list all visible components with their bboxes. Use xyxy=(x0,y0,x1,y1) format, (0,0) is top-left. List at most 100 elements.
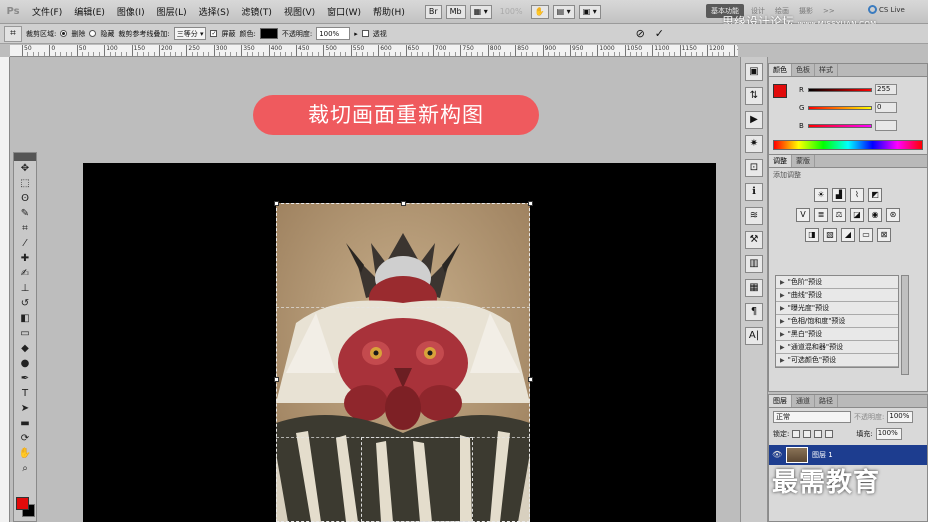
history-icon[interactable]: ⇅ xyxy=(745,87,763,105)
arrange-documents-button[interactable]: ▤ ▾ xyxy=(552,4,575,19)
panel-foreground-swatch[interactable] xyxy=(773,84,787,98)
slider-blue[interactable]: B xyxy=(799,120,897,131)
preset-curves[interactable]: ▶ "曲线"预设 xyxy=(776,289,898,302)
green-value-field[interactable]: 0 xyxy=(875,102,897,113)
brush-tool-icon[interactable]: ✍ xyxy=(14,266,36,281)
info-icon[interactable]: ℹ xyxy=(745,183,763,201)
blue-value-field[interactable] xyxy=(875,120,897,131)
crop-tool-icon[interactable]: ⌗ xyxy=(14,221,36,236)
menu-help[interactable]: 帮助(H) xyxy=(367,5,411,18)
gradient-map-icon[interactable]: ▭ xyxy=(859,228,873,242)
crop-handle-left[interactable] xyxy=(274,377,279,382)
posterize-icon[interactable]: ▧ xyxy=(823,228,837,242)
blur-tool-icon[interactable]: ◆ xyxy=(14,341,36,356)
shield-color-swatch[interactable] xyxy=(259,28,278,39)
tab-paths[interactable]: 路径 xyxy=(815,395,838,407)
hide-radio[interactable] xyxy=(89,30,97,37)
hand-tool-icon[interactable]: ✋ xyxy=(14,446,36,461)
perspective-checkbox[interactable] xyxy=(361,30,369,37)
vibrance-icon[interactable]: V xyxy=(796,208,810,222)
menu-view[interactable]: 视图(V) xyxy=(278,5,321,18)
path-selection-tool-icon[interactable]: ➤ xyxy=(14,401,36,416)
menu-layer[interactable]: 图层(L) xyxy=(151,5,193,18)
foreground-color-swatch[interactable] xyxy=(16,497,29,510)
tab-adjustments[interactable]: 调整 xyxy=(769,155,792,167)
zoom-tool-icon[interactable]: ⌕ xyxy=(14,461,36,476)
bridge-button[interactable]: Br xyxy=(424,4,442,19)
ruler-vertical[interactable] xyxy=(0,57,10,522)
clone-stamp-tool-icon[interactable]: ⊥ xyxy=(14,281,36,296)
tab-masks[interactable]: 蒙版 xyxy=(792,155,815,167)
lock-position-icon[interactable] xyxy=(814,430,823,438)
opacity-arrow-icon[interactable]: ▸ xyxy=(354,30,358,38)
channel-mixer-icon[interactable]: ⊛ xyxy=(886,208,900,222)
tab-color[interactable]: 颜色 xyxy=(769,64,792,76)
lock-pixels-icon[interactable] xyxy=(803,430,812,438)
photo-filter-icon[interactable]: ◉ xyxy=(868,208,882,222)
green-slider-track[interactable] xyxy=(808,105,872,110)
slider-red[interactable]: R 255 xyxy=(799,84,897,95)
blue-slider-track[interactable] xyxy=(808,123,872,128)
crop-tool-preset-icon[interactable]: ⌗ xyxy=(4,25,22,42)
preset-hue-saturation[interactable]: ▶ "色相/饱和度"预设 xyxy=(776,315,898,328)
screen-mode-button[interactable]: ▣ ▾ xyxy=(578,4,601,19)
toolbox-header[interactable] xyxy=(14,153,36,161)
minibridge-button[interactable]: Mb xyxy=(445,4,466,19)
lock-all-icon[interactable] xyxy=(825,430,834,438)
selective-color-icon[interactable]: ⊠ xyxy=(877,228,891,242)
tab-swatches[interactable]: 色板 xyxy=(792,64,815,76)
hand-tool-icon[interactable]: ✋ xyxy=(530,4,549,19)
gradient-tool-icon[interactable]: ▭ xyxy=(14,326,36,341)
menu-image[interactable]: 图像(I) xyxy=(111,5,151,18)
menu-window[interactable]: 窗口(W) xyxy=(321,5,367,18)
eyedropper-tool-icon[interactable]: ⁄ xyxy=(14,236,36,251)
menu-file[interactable]: 文件(F) xyxy=(26,5,68,18)
clone-source-icon[interactable]: ⊡ xyxy=(745,159,763,177)
brightness-contrast-icon[interactable]: ☀ xyxy=(814,188,828,202)
pen-tool-icon[interactable]: ✒ xyxy=(14,371,36,386)
mini-bridge-icon[interactable]: ▣ xyxy=(745,63,763,81)
red-slider-track[interactable] xyxy=(808,87,872,92)
lock-transparency-icon[interactable] xyxy=(792,430,801,438)
3d-rotate-tool-icon[interactable]: ⟳ xyxy=(14,431,36,446)
preset-black-white[interactable]: ▶ "黑白"预设 xyxy=(776,328,898,341)
menu-edit[interactable]: 编辑(E) xyxy=(68,5,111,18)
history-brush-tool-icon[interactable]: ↺ xyxy=(14,296,36,311)
threshold-icon[interactable]: ◢ xyxy=(841,228,855,242)
preset-levels[interactable]: ▶ "色阶"预设 xyxy=(776,276,898,289)
brush-panel-icon[interactable]: ≋ xyxy=(745,207,763,225)
preset-selective-color[interactable]: ▶ "可选颜色"预设 xyxy=(776,354,898,367)
tool-presets-icon[interactable]: ⚒ xyxy=(745,231,763,249)
shield-checkbox[interactable]: ✓ xyxy=(210,30,218,37)
cancel-crop-icon[interactable]: ⊘ xyxy=(636,27,645,40)
layer-visibility-eye-icon[interactable]: 👁 xyxy=(772,450,782,460)
actions-icon[interactable]: ▶ xyxy=(745,111,763,129)
paragraph-icon[interactable]: ¶ xyxy=(745,303,763,321)
levels-icon[interactable]: ▟ xyxy=(832,188,846,202)
tab-styles[interactable]: 样式 xyxy=(815,64,838,76)
type-panel-icon[interactable]: A| xyxy=(745,327,763,345)
menu-select[interactable]: 选择(S) xyxy=(193,5,236,18)
curves-icon[interactable]: ⌇ xyxy=(850,188,864,202)
fill-field[interactable]: 100% xyxy=(875,428,902,440)
3d-icon[interactable]: ▥ xyxy=(745,255,763,273)
guide-overlay-select[interactable]: 三等分 ▾ xyxy=(173,27,207,40)
healing-brush-tool-icon[interactable]: ✚ xyxy=(14,251,36,266)
marquee-tool-icon[interactable]: ⬚ xyxy=(14,176,36,191)
blend-mode-select[interactable]: 正常 xyxy=(773,411,851,423)
move-tool-icon[interactable]: ✥ xyxy=(14,161,36,176)
character-icon[interactable]: ▦ xyxy=(745,279,763,297)
crop-handle-top-right[interactable] xyxy=(528,201,533,206)
tab-channels[interactable]: 通道 xyxy=(792,395,815,407)
document-canvas[interactable] xyxy=(83,163,716,522)
brush-presets-icon[interactable]: ✷ xyxy=(745,135,763,153)
black-white-icon[interactable]: ◪ xyxy=(850,208,864,222)
zoom-level[interactable]: 100% xyxy=(496,7,527,16)
opacity-field[interactable]: 100% xyxy=(316,27,351,40)
quick-selection-tool-icon[interactable]: ✎ xyxy=(14,206,36,221)
shape-tool-icon[interactable]: ▬ xyxy=(14,416,36,431)
commit-crop-icon[interactable]: ✓ xyxy=(655,27,664,40)
lasso-tool-icon[interactable]: ʘ xyxy=(14,191,36,206)
color-spectrum-bar[interactable] xyxy=(773,140,923,150)
crop-handle-top[interactable] xyxy=(401,201,406,206)
